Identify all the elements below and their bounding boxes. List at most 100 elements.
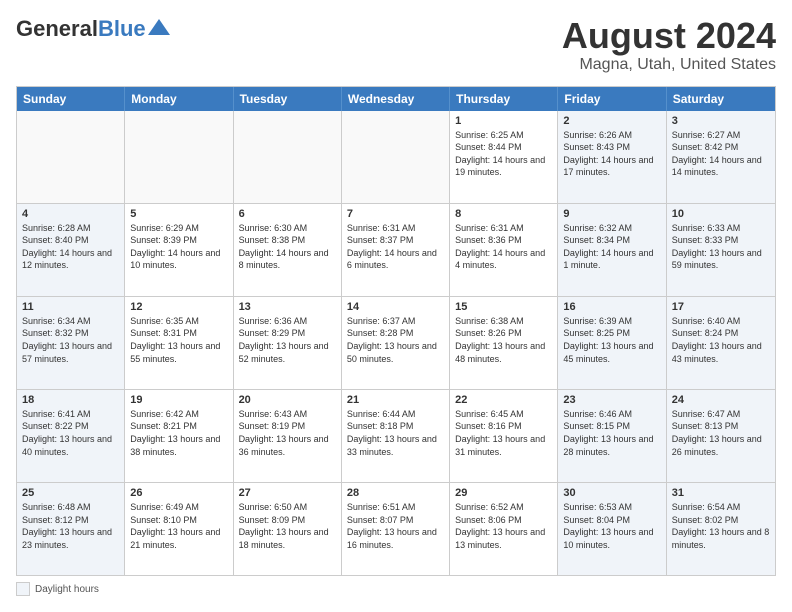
calendar-cell: 7 Sunrise: 6:31 AM Sunset: 8:37 PM Daylig… [342,204,450,296]
day-info: Sunrise: 6:42 AM Sunset: 8:21 PM Dayligh… [130,408,227,458]
calendar-cell: 29Sunrise: 6:52 AM Sunset: 8:06 PM Dayli… [450,483,558,575]
day-number: 6 [239,208,336,220]
day-number: 16 [563,301,660,313]
calendar-cell [234,111,342,203]
day-info: Sunrise: 6:40 AM Sunset: 8:24 PM Dayligh… [672,315,770,365]
calendar-cell: 24 Sunrise: 6:47 AM Sunset: 8:13 PM Dayli… [667,390,775,482]
calendar-body: 1 Sunrise: 6:25 AM Sunset: 8:44 PM Daylig… [17,111,775,575]
calendar-cell: 8 Sunrise: 6:31 AM Sunset: 8:36 PM Daylig… [450,204,558,296]
day-info: Sunrise: 6:53 AM Sunset: 8:04 PM Dayligh… [563,501,660,551]
legend: Daylight hours [16,582,776,596]
calendar-cell: 30 Sunrise: 6:53 AM Sunset: 8:04 PM Dayli… [558,483,666,575]
calendar-cell: 12 Sunrise: 6:35 AM Sunset: 8:31 PM Dayli… [125,297,233,389]
header-sunday: Sunday [17,87,125,111]
day-number: 22 [455,394,552,406]
day-info: Sunrise: 6:47 AM Sunset: 8:13 PM Dayligh… [672,408,770,458]
day-info: Sunrise: 6:34 AM Sunset: 8:32 PM Dayligh… [22,315,119,365]
calendar-cell: 25 Sunrise: 6:48 AM Sunset: 8:12 PM Dayli… [17,483,125,575]
header-monday: Monday [125,87,233,111]
header-saturday: Saturday [667,87,775,111]
logo: General Blue [16,16,170,42]
day-number: 17 [672,301,770,313]
day-info: Sunrise: 6:41 AM Sunset: 8:22 PM Dayligh… [22,408,119,458]
day-info: Sunrise: 6:27 AM Sunset: 8:42 PM Dayligh… [672,129,770,179]
day-number: 26 [130,487,227,499]
day-info: Sunrise: 6:49 AM Sunset: 8:10 PM Dayligh… [130,501,227,551]
day-number: 21 [347,394,444,406]
day-number: 24 [672,394,770,406]
calendar-cell [17,111,125,203]
day-info: Sunrise: 6:36 AM Sunset: 8:29 PM Dayligh… [239,315,336,365]
day-info: Sunrise: 6:37 AM Sunset: 8:28 PM Dayligh… [347,315,444,365]
day-info: Sunrise: 6:32 AM Sunset: 8:34 PM Dayligh… [563,222,660,272]
calendar-cell: 9Sunrise: 6:32 AM Sunset: 8:34 PM Daylig… [558,204,666,296]
calendar-row: 25 Sunrise: 6:48 AM Sunset: 8:12 PM Dayli… [17,482,775,575]
day-info: Sunrise: 6:43 AM Sunset: 8:19 PM Dayligh… [239,408,336,458]
day-info: Sunrise: 6:50 AM Sunset: 8:09 PM Dayligh… [239,501,336,551]
calendar-header: Sunday Monday Tuesday Wednesday Thursday… [17,87,775,111]
calendar-cell: 19 Sunrise: 6:42 AM Sunset: 8:21 PM Dayli… [125,390,233,482]
month-year: August 2024 [562,16,776,56]
day-info: Sunrise: 6:51 AM Sunset: 8:07 PM Dayligh… [347,501,444,551]
logo-general: General [16,16,98,42]
day-number: 4 [22,208,119,220]
day-info: Sunrise: 6:30 AM Sunset: 8:38 PM Dayligh… [239,222,336,272]
day-number: 25 [22,487,119,499]
calendar-cell: 4 Sunrise: 6:28 AM Sunset: 8:40 PM Daylig… [17,204,125,296]
logo-icon [148,19,170,35]
day-info: Sunrise: 6:31 AM Sunset: 8:37 PM Dayligh… [347,222,444,272]
header-thursday: Thursday [450,87,558,111]
legend-label: Daylight hours [35,584,99,595]
header: General Blue August 2024 Magna, Utah, Un… [16,16,776,74]
calendar-cell: 27 Sunrise: 6:50 AM Sunset: 8:09 PM Dayli… [234,483,342,575]
day-number: 1 [455,115,552,127]
legend-box [16,582,30,596]
day-number: 30 [563,487,660,499]
day-info: Sunrise: 6:35 AM Sunset: 8:31 PM Dayligh… [130,315,227,365]
day-info: Sunrise: 6:46 AM Sunset: 8:15 PM Dayligh… [563,408,660,458]
calendar-cell: 20Sunrise: 6:43 AM Sunset: 8:19 PM Dayli… [234,390,342,482]
header-tuesday: Tuesday [234,87,342,111]
calendar-cell: 10 Sunrise: 6:33 AM Sunset: 8:33 PM Dayli… [667,204,775,296]
calendar-cell: 15Sunrise: 6:38 AM Sunset: 8:26 PM Dayli… [450,297,558,389]
calendar-cell: 1 Sunrise: 6:25 AM Sunset: 8:44 PM Daylig… [450,111,558,203]
page: General Blue August 2024 Magna, Utah, Un… [0,0,792,612]
day-info: Sunrise: 6:45 AM Sunset: 8:16 PM Dayligh… [455,408,552,458]
day-number: 10 [672,208,770,220]
day-number: 18 [22,394,119,406]
calendar-cell: 22 Sunrise: 6:45 AM Sunset: 8:16 PM Dayli… [450,390,558,482]
day-info: Sunrise: 6:25 AM Sunset: 8:44 PM Dayligh… [455,129,552,179]
calendar-cell: 23 Sunrise: 6:46 AM Sunset: 8:15 PM Dayli… [558,390,666,482]
calendar: Sunday Monday Tuesday Wednesday Thursday… [16,86,776,576]
header-friday: Friday [558,87,666,111]
calendar-cell [342,111,450,203]
day-number: 13 [239,301,336,313]
day-number: 3 [672,115,770,127]
calendar-cell: 16 Sunrise: 6:39 AM Sunset: 8:25 PM Dayli… [558,297,666,389]
calendar-row: 1 Sunrise: 6:25 AM Sunset: 8:44 PM Daylig… [17,111,775,203]
day-number: 27 [239,487,336,499]
calendar-cell: 13 Sunrise: 6:36 AM Sunset: 8:29 PM Dayli… [234,297,342,389]
day-number: 12 [130,301,227,313]
day-number: 23 [563,394,660,406]
calendar-cell: 21 Sunrise: 6:44 AM Sunset: 8:18 PM Dayli… [342,390,450,482]
day-number: 31 [672,487,770,499]
calendar-cell: 28 Sunrise: 6:51 AM Sunset: 8:07 PM Dayli… [342,483,450,575]
day-number: 5 [130,208,227,220]
day-number: 15 [455,301,552,313]
day-number: 8 [455,208,552,220]
day-info: Sunrise: 6:28 AM Sunset: 8:40 PM Dayligh… [22,222,119,272]
calendar-cell: 2Sunrise: 6:26 AM Sunset: 8:43 PM Daylig… [558,111,666,203]
day-number: 28 [347,487,444,499]
calendar-cell: 17 Sunrise: 6:40 AM Sunset: 8:24 PM Dayli… [667,297,775,389]
day-number: 19 [130,394,227,406]
day-number: 7 [347,208,444,220]
day-info: Sunrise: 6:33 AM Sunset: 8:33 PM Dayligh… [672,222,770,272]
day-number: 2 [563,115,660,127]
day-info: Sunrise: 6:31 AM Sunset: 8:36 PM Dayligh… [455,222,552,272]
day-number: 11 [22,301,119,313]
calendar-row: 4 Sunrise: 6:28 AM Sunset: 8:40 PM Daylig… [17,203,775,296]
day-info: Sunrise: 6:39 AM Sunset: 8:25 PM Dayligh… [563,315,660,365]
day-info: Sunrise: 6:44 AM Sunset: 8:18 PM Dayligh… [347,408,444,458]
day-info: Sunrise: 6:48 AM Sunset: 8:12 PM Dayligh… [22,501,119,551]
